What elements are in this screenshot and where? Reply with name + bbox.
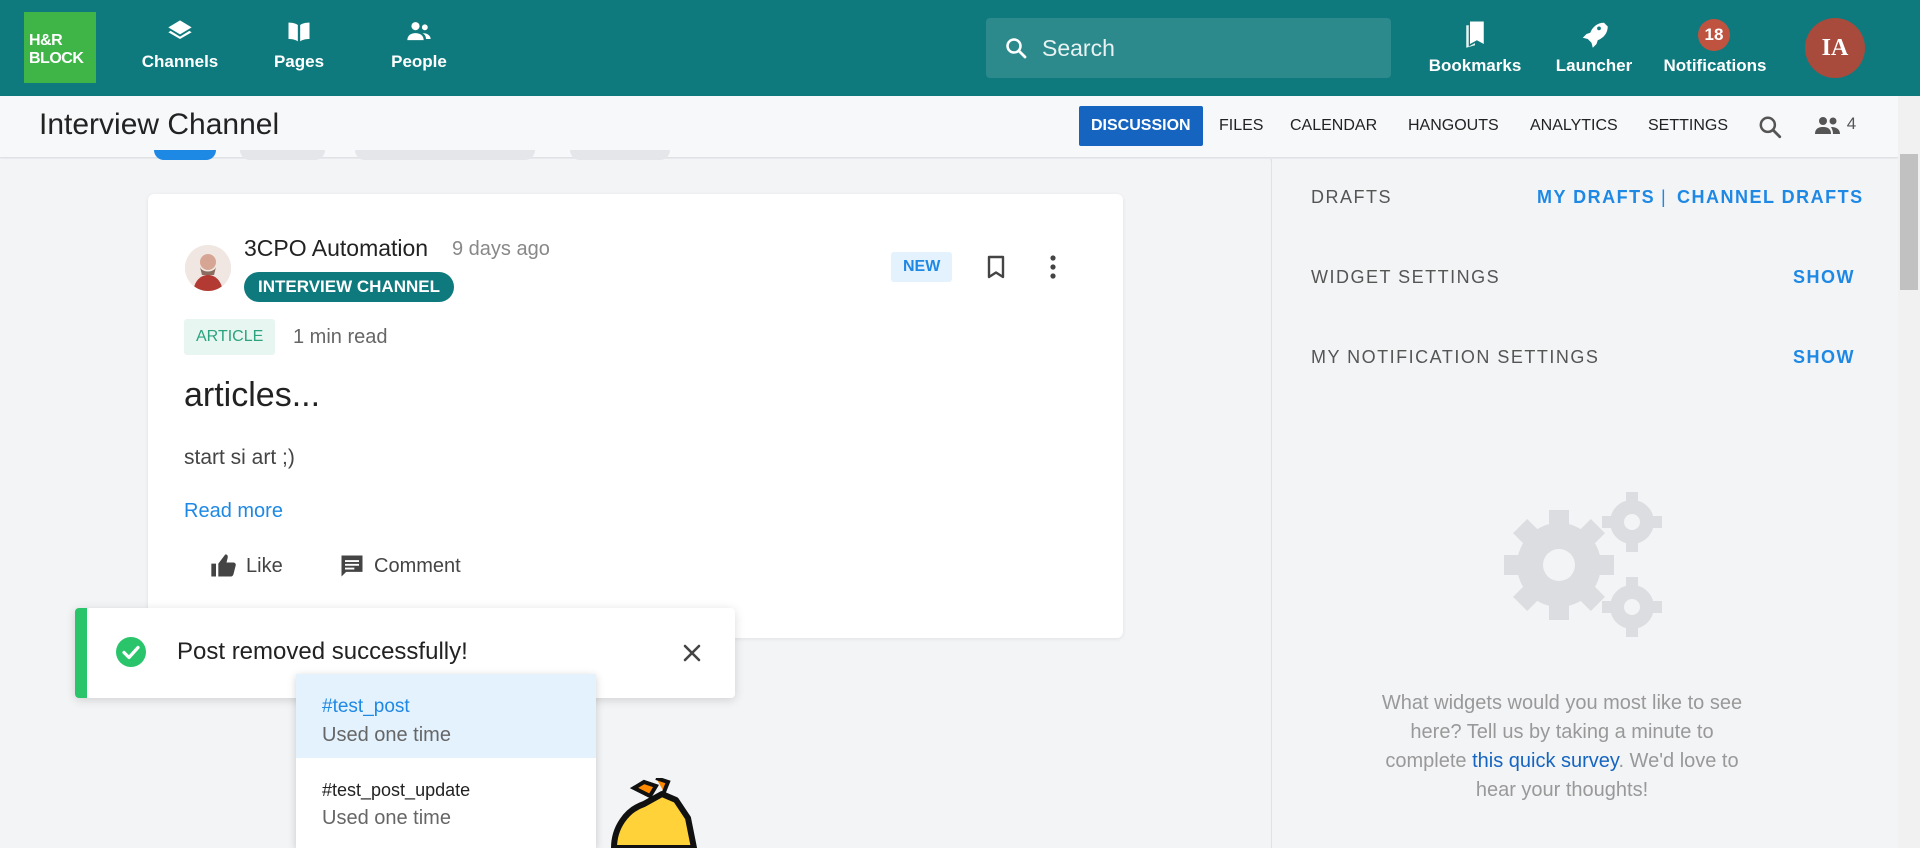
channel-title: Interview Channel <box>39 108 280 141</box>
hashtag-name: #test_post_update <box>322 780 471 800</box>
nav-launcher[interactable]: Launcher <box>1544 18 1644 76</box>
filter-pill[interactable] <box>570 150 670 160</box>
comment-button[interactable]: Comment <box>338 552 461 580</box>
clap-emoji-icon <box>611 778 697 848</box>
close-icon[interactable] <box>680 641 704 665</box>
hashtag-name: #test_post <box>322 696 410 717</box>
widget-survey-text: What widgets would you most like to see … <box>1372 689 1752 805</box>
nav-notifications-label: Notifications <box>1663 56 1767 75</box>
tab-calendar[interactable]: CALENDAR <box>1290 106 1377 146</box>
tab-analytics[interactable]: ANALYTICS <box>1530 106 1618 146</box>
book-icon <box>288 22 310 42</box>
new-badge: NEW <box>891 252 953 282</box>
comment-icon <box>341 555 363 577</box>
tab-settings[interactable]: SETTINGS <box>1648 106 1728 146</box>
hashtag-usage: Used one time <box>322 724 451 746</box>
widget-settings-show[interactable]: SHOW <box>1793 267 1855 288</box>
nav-bookmarks[interactable]: Bookmarks <box>1425 18 1525 76</box>
channel-members[interactable]: 4 <box>1814 114 1856 135</box>
notification-count-badge: 18 <box>1698 19 1730 51</box>
search-box[interactable] <box>986 18 1391 78</box>
hr-block-logo[interactable]: H&R BLOCK <box>24 12 96 83</box>
survey-link[interactable]: this quick survey <box>1472 750 1618 772</box>
read-more-link[interactable]: Read more <box>184 500 283 523</box>
filter-pill[interactable] <box>355 150 535 160</box>
author-avatar-image <box>185 245 231 291</box>
channel-drafts-link[interactable]: CHANNEL DRAFTS <box>1677 187 1864 208</box>
hashtag-usage: Used one time <box>322 807 451 829</box>
filter-pill-active[interactable] <box>154 150 216 160</box>
nav-pages-label: Pages <box>273 52 325 71</box>
layers-icon <box>168 20 192 39</box>
top-navigation-bar: H&R BLOCK Channels Pages People Bookmark… <box>0 0 1920 96</box>
hashtag-option[interactable]: #test_post_update Used one time <box>296 758 596 842</box>
post-body: start si art ;) <box>184 446 295 469</box>
post-title[interactable]: articles... <box>184 376 320 415</box>
post-type-chip: ARTICLE <box>184 319 276 355</box>
hashtag-suggestions: #test_post Used one time #test_post_upda… <box>296 674 596 848</box>
nav-launcher-label: Launcher <box>1555 56 1633 75</box>
search-icon <box>1006 38 1027 59</box>
right-sidebar: DRAFTS MY DRAFTS | CHANNEL DRAFTS WIDGET… <box>1271 159 1898 848</box>
members-icon <box>1815 116 1840 134</box>
tab-discussion[interactable]: DISCUSSION <box>1079 106 1203 146</box>
notification-settings-label: MY NOTIFICATION SETTINGS <box>1311 347 1600 367</box>
hashtag-option[interactable]: #test_post Used one time <box>296 674 596 758</box>
like-button[interactable]: Like <box>208 552 283 580</box>
more-options-icon[interactable] <box>1048 254 1058 280</box>
nav-pages[interactable]: Pages <box>249 18 349 72</box>
channel-header: Interview Channel DISCUSSION FILES CALEN… <box>0 96 1898 158</box>
nav-channels-label: Channels <box>141 52 219 71</box>
tab-files[interactable]: FILES <box>1219 106 1263 146</box>
people-icon <box>407 22 431 41</box>
post-timestamp: 9 days ago <box>452 238 550 260</box>
search-input[interactable] <box>1042 30 1372 66</box>
toast-message: Post removed successfully! <box>177 638 468 665</box>
nav-bookmarks-label: Bookmarks <box>1428 56 1522 75</box>
author-avatar[interactable] <box>185 245 231 291</box>
author-name[interactable]: 3CPO Automation <box>244 235 428 262</box>
nav-channels[interactable]: Channels <box>130 18 230 72</box>
logo-text-line1: H&R <box>29 32 63 49</box>
channel-chip[interactable]: INTERVIEW CHANNEL <box>244 272 454 302</box>
read-time: 1 min read <box>293 326 388 348</box>
search-icon[interactable] <box>1757 114 1783 140</box>
drafts-label: DRAFTS <box>1311 187 1392 207</box>
bookmarks-icon <box>1466 21 1484 48</box>
bookmark-icon[interactable] <box>984 254 1008 280</box>
like-label: Like <box>246 554 283 577</box>
tab-hangouts[interactable]: HANGOUTS <box>1408 106 1499 146</box>
post-card: 3CPO Automation 9 days ago INTERVIEW CHA… <box>148 194 1123 638</box>
gears-icon <box>1504 492 1662 637</box>
my-drafts-link[interactable]: MY DRAFTS <box>1537 187 1655 208</box>
check-circle-icon <box>116 637 146 667</box>
member-count: 4 <box>1846 114 1857 133</box>
user-avatar[interactable]: IA <box>1805 18 1865 78</box>
logo-text-line2: BLOCK <box>29 50 84 67</box>
nav-people-label: People <box>391 52 447 71</box>
nav-people[interactable]: People <box>369 18 469 72</box>
widget-settings-label: WIDGET SETTINGS <box>1311 267 1501 287</box>
notification-settings-show[interactable]: SHOW <box>1793 347 1855 368</box>
filter-pill[interactable] <box>240 150 325 160</box>
thumbs-up-icon <box>211 554 236 577</box>
comment-label: Comment <box>374 554 461 577</box>
page-scrollbar-thumb[interactable] <box>1900 154 1918 290</box>
rocket-icon <box>1582 22 1608 48</box>
drafts-separator: | <box>1661 187 1668 207</box>
